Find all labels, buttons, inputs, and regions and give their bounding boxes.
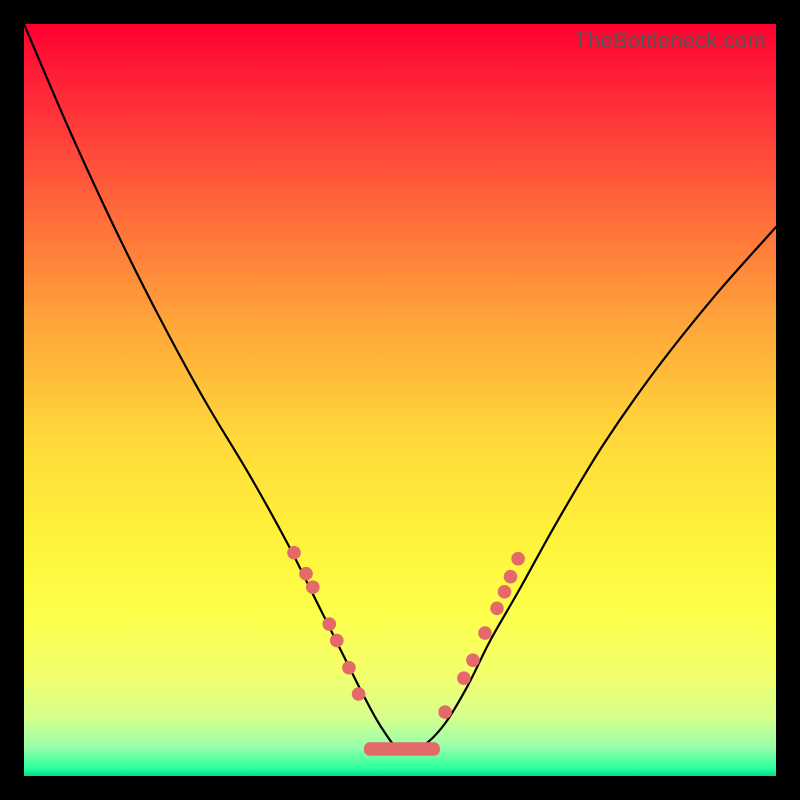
left-dot-3 [323,617,337,631]
right-branch-dots [438,552,525,719]
right-dot-1 [457,671,471,685]
left-dot-1 [299,567,313,581]
left-dot-5 [342,661,356,675]
left-dot-6 [352,687,366,701]
right-dot-0 [438,705,452,719]
right-dot-4 [490,602,504,616]
left-dot-4 [330,634,344,648]
left-dot-0 [287,546,301,560]
right-dot-3 [478,626,492,640]
right-dot-5 [498,585,512,599]
chart-plot [24,24,776,776]
right-dot-2 [466,653,480,667]
left-dot-2 [306,580,320,594]
bottleneck-curve [24,24,776,751]
right-dot-6 [504,570,518,584]
chart-frame: TheBottleneck.com [24,24,776,776]
bottom-flat-marker [364,742,440,756]
right-dot-7 [511,552,525,566]
